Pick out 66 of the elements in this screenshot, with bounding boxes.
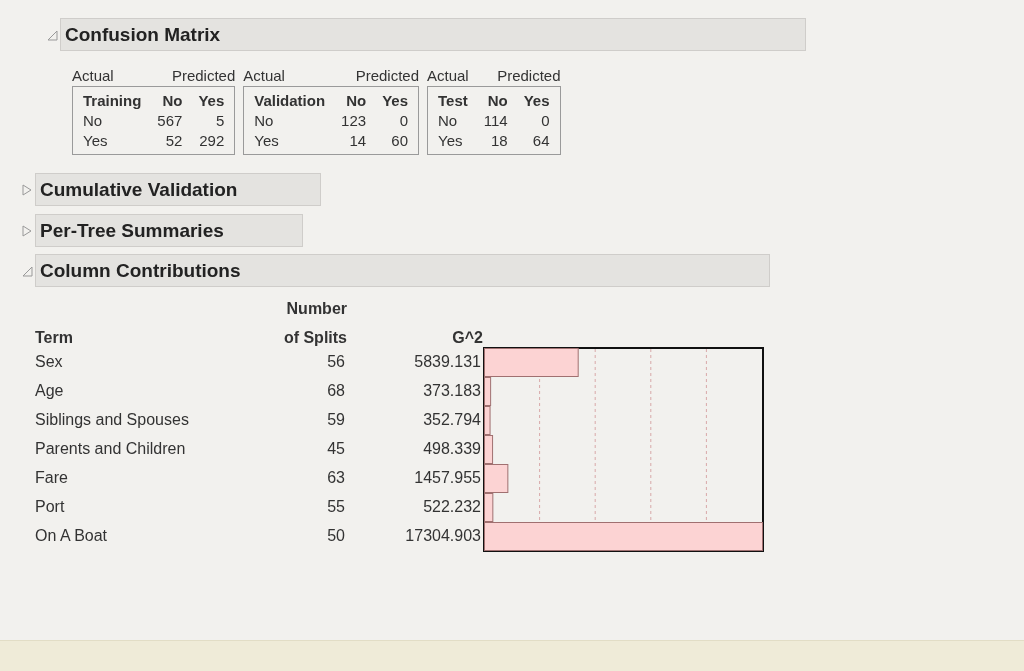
table-cell-text: No (254, 111, 275, 131)
column-header: G^2 (451, 329, 483, 347)
collapse-icon[interactable] (46, 28, 58, 41)
table-cell-text: On A Boat (35, 526, 109, 546)
table-cell-text: 64 (531, 131, 550, 151)
section-header[interactable]: Confusion Matrix (60, 18, 806, 51)
table-cell-text: Parents and Children (35, 439, 187, 459)
table-cell-text: 498.339 (422, 439, 482, 459)
axis-label: Actual (243, 67, 285, 84)
table-cell-text: 50 (326, 526, 346, 546)
table-cell-text: No (438, 111, 459, 131)
axis-label: Predicted (497, 67, 561, 84)
table-cell-text: 55 (326, 497, 346, 517)
table-cell-text: 14 (348, 131, 367, 151)
table-cell-text: 60 (390, 131, 408, 151)
table-cell-text: 17304.903 (404, 526, 482, 546)
table-cell-text: Siblings and Spouses (35, 410, 190, 430)
table-cell-text: Yes (254, 131, 280, 151)
column-header: Yes (198, 91, 225, 111)
table-cell-text: Age (35, 381, 65, 401)
section-header[interactable]: Per-Tree Summaries (35, 214, 303, 247)
table-cell: 114 (483, 111, 508, 131)
column-header: Term (35, 329, 74, 347)
section-header[interactable]: Cumulative Validation (35, 173, 321, 206)
table-cell-text: Port (35, 497, 66, 517)
column-header: Number (285, 300, 347, 318)
column-header: No (345, 91, 367, 111)
axis-label: Actual (427, 67, 469, 84)
table-cell: 123 (341, 111, 367, 131)
collapse-icon[interactable] (21, 264, 33, 277)
column-header: Yes (382, 91, 408, 111)
expand-icon[interactable] (21, 183, 33, 196)
expand-icon[interactable] (21, 224, 33, 237)
column-header: No (161, 91, 183, 111)
table-cell-text: No (83, 111, 104, 131)
table-cell-text: 0 (540, 111, 550, 131)
table-cell-text: 5839.131 (413, 352, 482, 372)
table-cell-text: 5 (214, 111, 225, 131)
table-cell-text: 59 (326, 410, 346, 430)
table-cell: 292 (198, 131, 225, 151)
table-cell-text: 45 (326, 439, 346, 459)
column-header: Test (438, 91, 468, 111)
table-cell-text: 52 (164, 131, 183, 151)
table-cell-text: 1457.955 (413, 468, 482, 488)
table-cell-text: 352.794 (422, 410, 482, 430)
table-cell-text: Sex (35, 352, 64, 372)
table-cell-text: 68 (326, 381, 346, 401)
column-header: of Splits (282, 329, 347, 347)
column-header: No (486, 91, 508, 111)
table-cell-text: 18 (490, 131, 508, 151)
axis-label: Predicted (171, 67, 236, 84)
column-header: Validation (254, 91, 326, 111)
column-header: Yes (523, 91, 550, 111)
section-header[interactable]: Column Contributions (35, 254, 770, 287)
axis-label: Actual (72, 67, 114, 84)
table-cell-text: Yes (438, 131, 464, 151)
table-cell-text: 63 (326, 468, 346, 488)
table-cell-text: 0 (398, 111, 408, 131)
table-cell-text: Fare (35, 468, 69, 488)
column-header: Training (83, 91, 142, 111)
table-cell-text: Yes (83, 131, 109, 151)
table-cell-text: 522.232 (422, 497, 482, 517)
axis-label: Predicted (355, 67, 419, 84)
table-cell-text: 373.183 (422, 381, 482, 401)
table-cell-text: 56 (326, 352, 346, 372)
table-cell: 567 (157, 111, 183, 131)
